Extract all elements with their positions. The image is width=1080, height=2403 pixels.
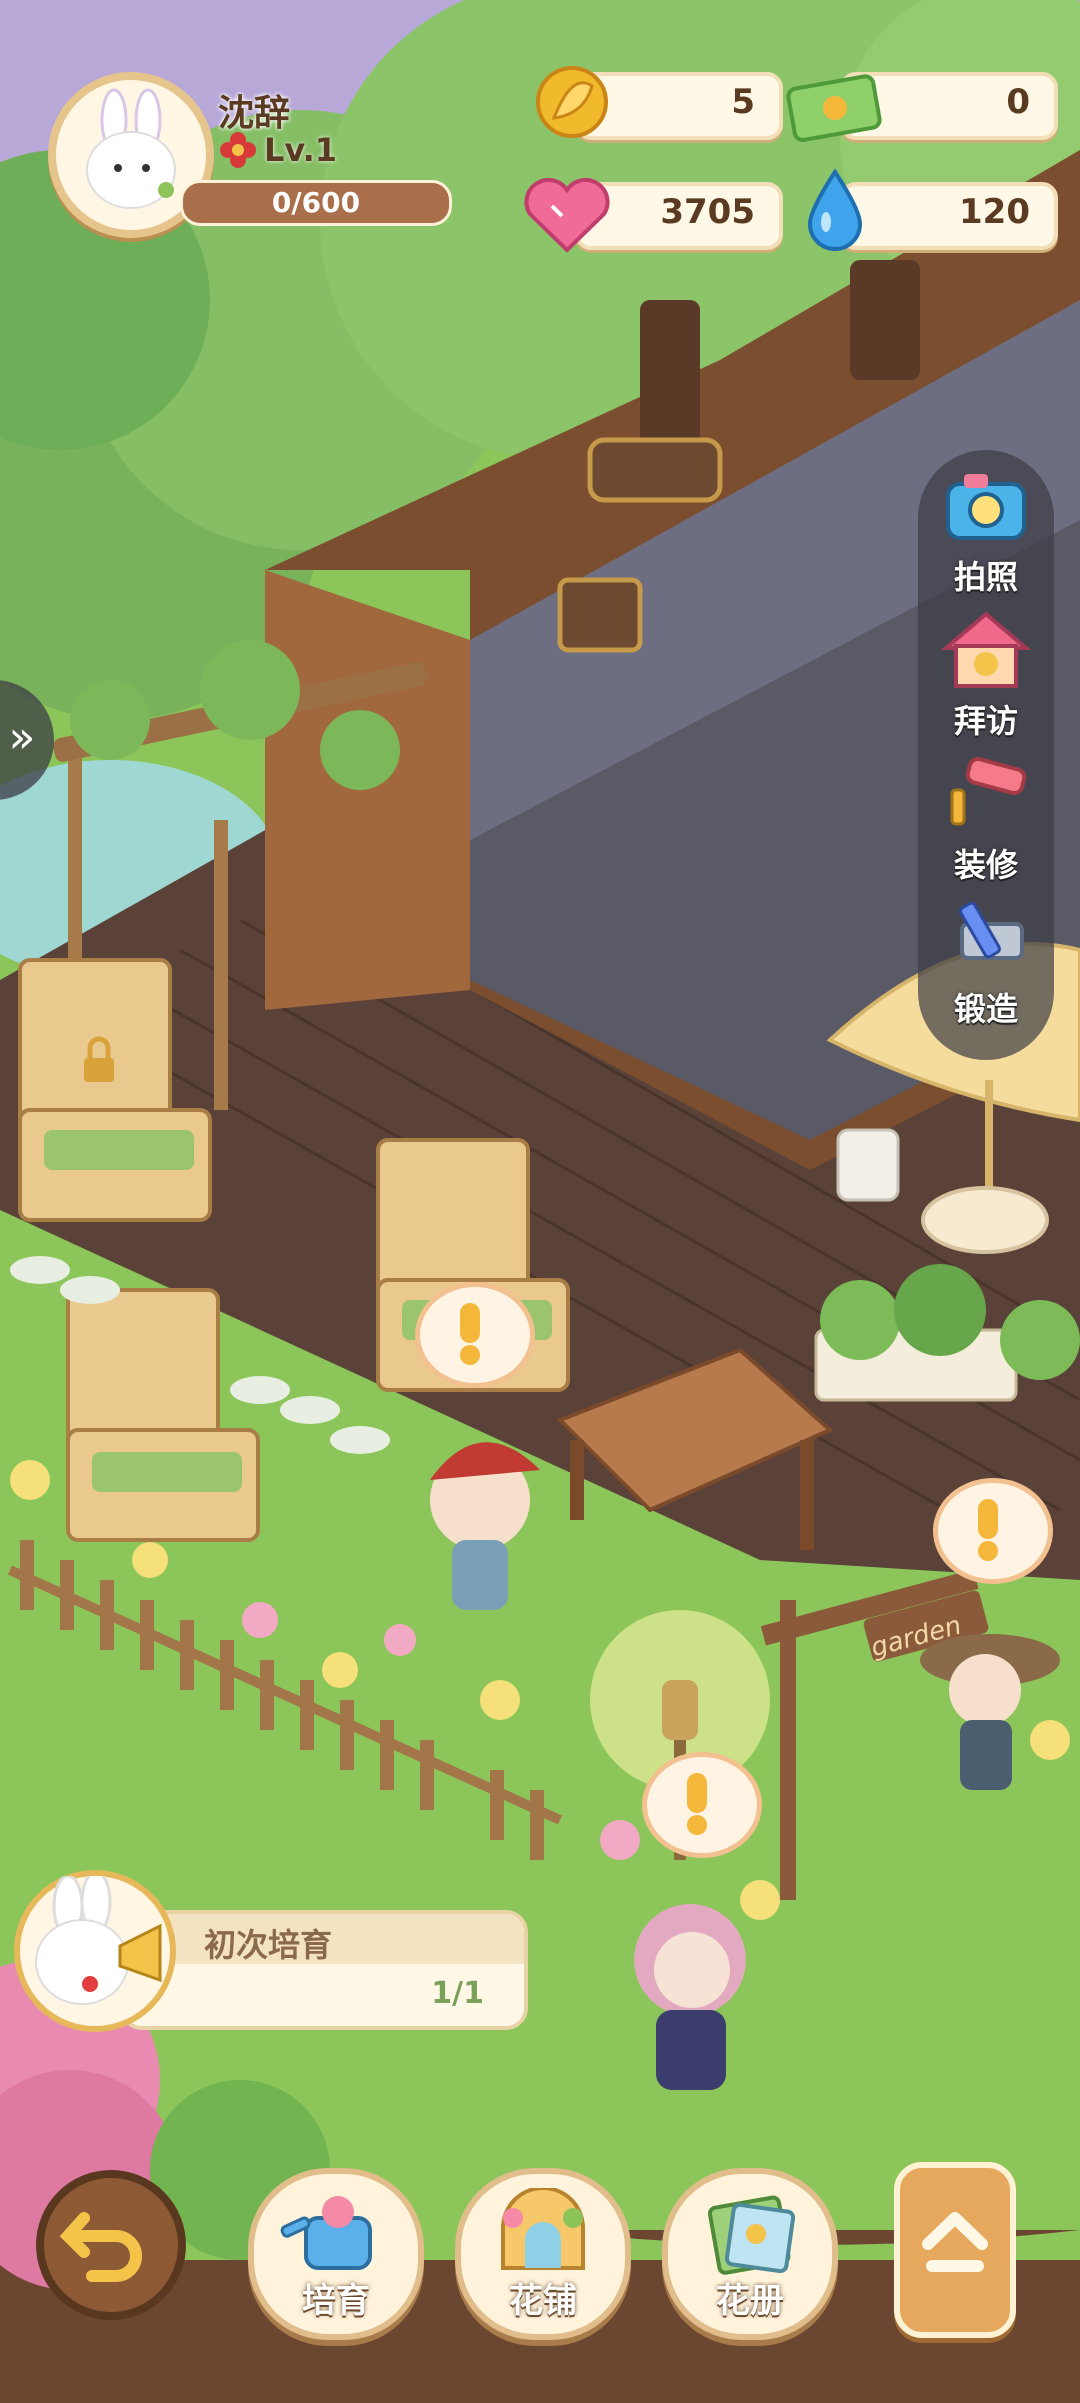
house-icon: [940, 611, 1032, 688]
flower-book-icon: [707, 2195, 796, 2275]
leaf-icon: [536, 66, 608, 138]
quest-progress: 1/1: [431, 1976, 484, 2011]
watering-can-icon: [280, 2196, 372, 2270]
resource-heart-value: 3705: [660, 192, 755, 232]
flower-shop-icon: [501, 2188, 585, 2270]
quest-alert-bubble[interactable]: [415, 1282, 535, 1388]
garden-scene: garden: [0, 0, 1080, 2403]
cultivate-button[interactable]: 培育: [248, 2168, 424, 2340]
forge-button[interactable]: 锻造: [918, 894, 1054, 1034]
expand-up-button[interactable]: [894, 2162, 1016, 2338]
forge-label: 锻造: [953, 990, 1018, 1028]
player-level: Lv.1: [218, 130, 337, 170]
quest-card[interactable]: 初次培育 1/1: [120, 1910, 528, 2030]
xp-progress-text: 0/600: [271, 186, 361, 219]
scene-background: garden: [0, 0, 1080, 2403]
side-menu: 拍照 拜访 装修 锻造: [918, 450, 1054, 1060]
paint-roller-icon: [950, 756, 1027, 826]
quest-title: 初次培育: [204, 1926, 333, 1964]
back-button[interactable]: [36, 2170, 186, 2320]
flower-book-button[interactable]: 花册: [662, 2168, 838, 2340]
heart-icon: [524, 177, 610, 253]
quest-mascot[interactable]: [14, 1870, 176, 2032]
photo-button[interactable]: 拍照: [918, 462, 1054, 602]
resource-water-value: 120: [959, 192, 1030, 232]
visit-button[interactable]: 拜访: [918, 606, 1054, 746]
quest-alert-bubble[interactable]: [933, 1478, 1053, 1584]
decorate-button[interactable]: 装修: [918, 750, 1054, 890]
photo-label: 拍照: [953, 558, 1018, 596]
visit-label: 拜访: [953, 702, 1018, 740]
undo-arrow-icon: [59, 2212, 142, 2282]
double-chevron-right-icon: »: [8, 712, 36, 763]
exclamation-icon: [978, 1499, 998, 1561]
flower-shop-button[interactable]: 花铺: [455, 2168, 631, 2340]
resource-water[interactable]: 120: [840, 182, 1058, 250]
water-drop-icon: [807, 168, 863, 251]
player-name: 沈辞: [218, 93, 291, 134]
camera-icon: [946, 474, 1026, 540]
quest-alert-bubble[interactable]: [642, 1752, 762, 1858]
bunny-megaphone-icon: [35, 1870, 162, 2005]
resource-leaf-value: 5: [731, 82, 755, 122]
exclamation-icon: [460, 1303, 480, 1365]
flower-level-icon: [220, 132, 256, 168]
cultivate-label: 培育: [302, 2281, 370, 2321]
forge-pencil-icon: [959, 901, 1024, 960]
flower-book-label: 花册: [716, 2281, 784, 2321]
level-text: Lv.1: [264, 131, 338, 169]
exclamation-icon: [687, 1773, 707, 1835]
resource-ticket-value: 0: [1006, 82, 1030, 122]
decorate-label: 装修: [953, 846, 1018, 884]
flower-shop-label: 花铺: [509, 2281, 577, 2321]
xp-progress-bar: 0/600: [180, 180, 452, 226]
chevron-up-icon: [922, 2212, 988, 2272]
ticket-icon: [786, 74, 882, 142]
